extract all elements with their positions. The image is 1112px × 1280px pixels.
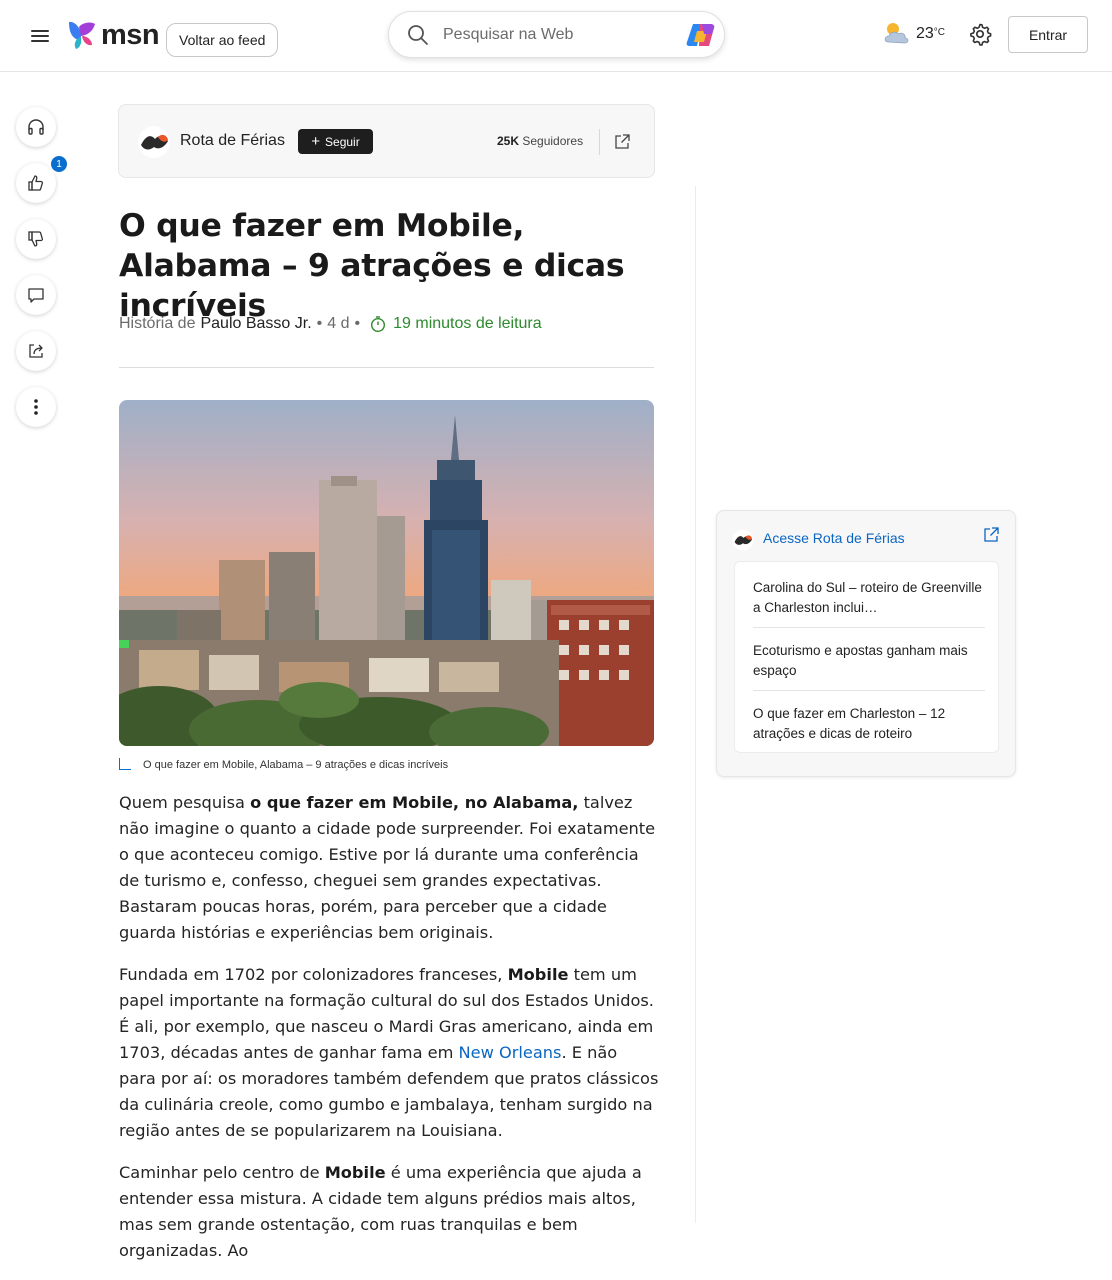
msn-logo[interactable]: msn — [66, 18, 160, 52]
read-time: 19 minutos de leitura — [393, 315, 542, 332]
paragraph: Caminhar pelo centro de Mobile é uma exp… — [119, 1160, 659, 1264]
search-box[interactable] — [388, 11, 725, 58]
bold-text: Mobile — [324, 1163, 386, 1182]
text: Fundada em 1702 por colonizadores france… — [119, 965, 508, 984]
weather-widget[interactable]: 23 °C — [882, 20, 945, 46]
followers-count: 25K Seguidores — [497, 134, 583, 148]
column-divider — [695, 186, 696, 1223]
text: Quem pesquisa — [119, 793, 251, 812]
dot-separator: • — [354, 315, 361, 332]
settings-gear-icon[interactable] — [968, 22, 992, 46]
article-hero-image[interactable] — [119, 400, 654, 746]
more-options-button[interactable] — [16, 387, 56, 427]
byline-prefix: História de — [119, 315, 196, 332]
related-article-link[interactable]: Ecoturismo e apostas ganham mais espaço — [753, 641, 985, 691]
mobile-skyline-image — [119, 400, 654, 746]
article-title: O que fazer em Mobile, Alabama – 9 atraç… — [119, 208, 625, 324]
caption-corner-icon — [119, 758, 131, 770]
more-vertical-icon — [34, 399, 38, 415]
search-icon — [408, 25, 428, 45]
publisher-card: Rota de Férias + Seguir 25K Seguidores — [118, 104, 655, 178]
publisher-name[interactable]: Rota de Férias — [180, 132, 285, 150]
back-to-feed-button[interactable]: Voltar ao feed — [166, 23, 279, 57]
top-bar: msn Voltar ao feed 23 °C Entrar — [0, 0, 1112, 72]
follow-label: Seguir — [325, 134, 360, 149]
comment-icon — [28, 288, 44, 303]
related-articles-list: Carolina do Sul – roteiro de Greenville … — [734, 561, 999, 753]
msn-butterfly-icon — [69, 21, 95, 49]
thumbs-down-icon — [28, 231, 44, 247]
open-external-icon[interactable] — [613, 133, 631, 151]
publisher-logo — [732, 529, 754, 551]
text: Caminhar pelo centro de — [119, 1163, 325, 1182]
byline: História de Paulo Basso Jr. • 4 d • 19 m… — [119, 315, 542, 333]
related-article-link[interactable]: Carolina do Sul – roteiro de Greenville … — [753, 578, 985, 628]
share-button[interactable] — [16, 331, 56, 371]
new-orleans-link[interactable]: New Orleans — [459, 1043, 562, 1062]
weather-temperature: 23 — [916, 25, 934, 42]
copilot-icon[interactable] — [685, 22, 717, 48]
search-input[interactable] — [443, 24, 663, 46]
publisher-logo[interactable] — [137, 125, 171, 159]
comment-button[interactable] — [16, 275, 56, 315]
paragraph: Quem pesquisa o que fazer em Mobile, no … — [119, 790, 659, 946]
article-age: 4 d — [327, 315, 350, 332]
weather-unit: °C — [933, 27, 946, 38]
thumbs-up-icon — [28, 175, 44, 191]
share-icon — [29, 344, 43, 358]
divider — [599, 129, 600, 155]
bold-text: o que fazer em Mobile, no Alabama, — [250, 793, 579, 812]
paragraph: Fundada em 1702 por colonizadores france… — [119, 962, 659, 1144]
related-article-link[interactable]: O que fazer em Charleston – 12 atrações … — [753, 704, 985, 744]
timer-icon — [371, 316, 386, 333]
headphones-icon — [28, 119, 44, 135]
follow-button[interactable]: + Seguir — [298, 129, 373, 154]
followers-label: Seguidores — [522, 134, 584, 148]
open-external-icon[interactable] — [982, 526, 1000, 544]
publisher-sidebar-card: Acesse Rota de Férias Carolina do Sul – … — [716, 510, 1016, 777]
article-body: Quem pesquisa o que fazer em Mobile, no … — [119, 790, 659, 1280]
image-caption-text: O que fazer em Mobile, Alabama – 9 atraç… — [143, 759, 449, 771]
visit-publisher-link[interactable]: Acesse Rota de Férias — [763, 530, 905, 546]
like-count-badge: 1 — [49, 154, 69, 174]
sign-in-button[interactable]: Entrar — [1008, 16, 1088, 53]
byline-divider — [119, 367, 654, 368]
author-name[interactable]: Paulo Basso Jr. — [200, 315, 311, 333]
bold-text: Mobile — [507, 965, 569, 984]
text: talvez não imagine o quanto a cidade pod… — [119, 793, 656, 942]
image-caption: O que fazer em Mobile, Alabama – 9 atraç… — [119, 758, 448, 771]
dislike-button[interactable] — [16, 219, 56, 259]
followers-number: 25K — [497, 134, 520, 148]
dot-separator: • — [316, 315, 323, 332]
listen-button[interactable] — [16, 107, 56, 147]
partly-cloudy-icon — [884, 23, 909, 44]
plus-icon: + — [311, 132, 321, 150]
menu-icon[interactable] — [28, 26, 52, 46]
logo-text: msn — [101, 18, 160, 51]
